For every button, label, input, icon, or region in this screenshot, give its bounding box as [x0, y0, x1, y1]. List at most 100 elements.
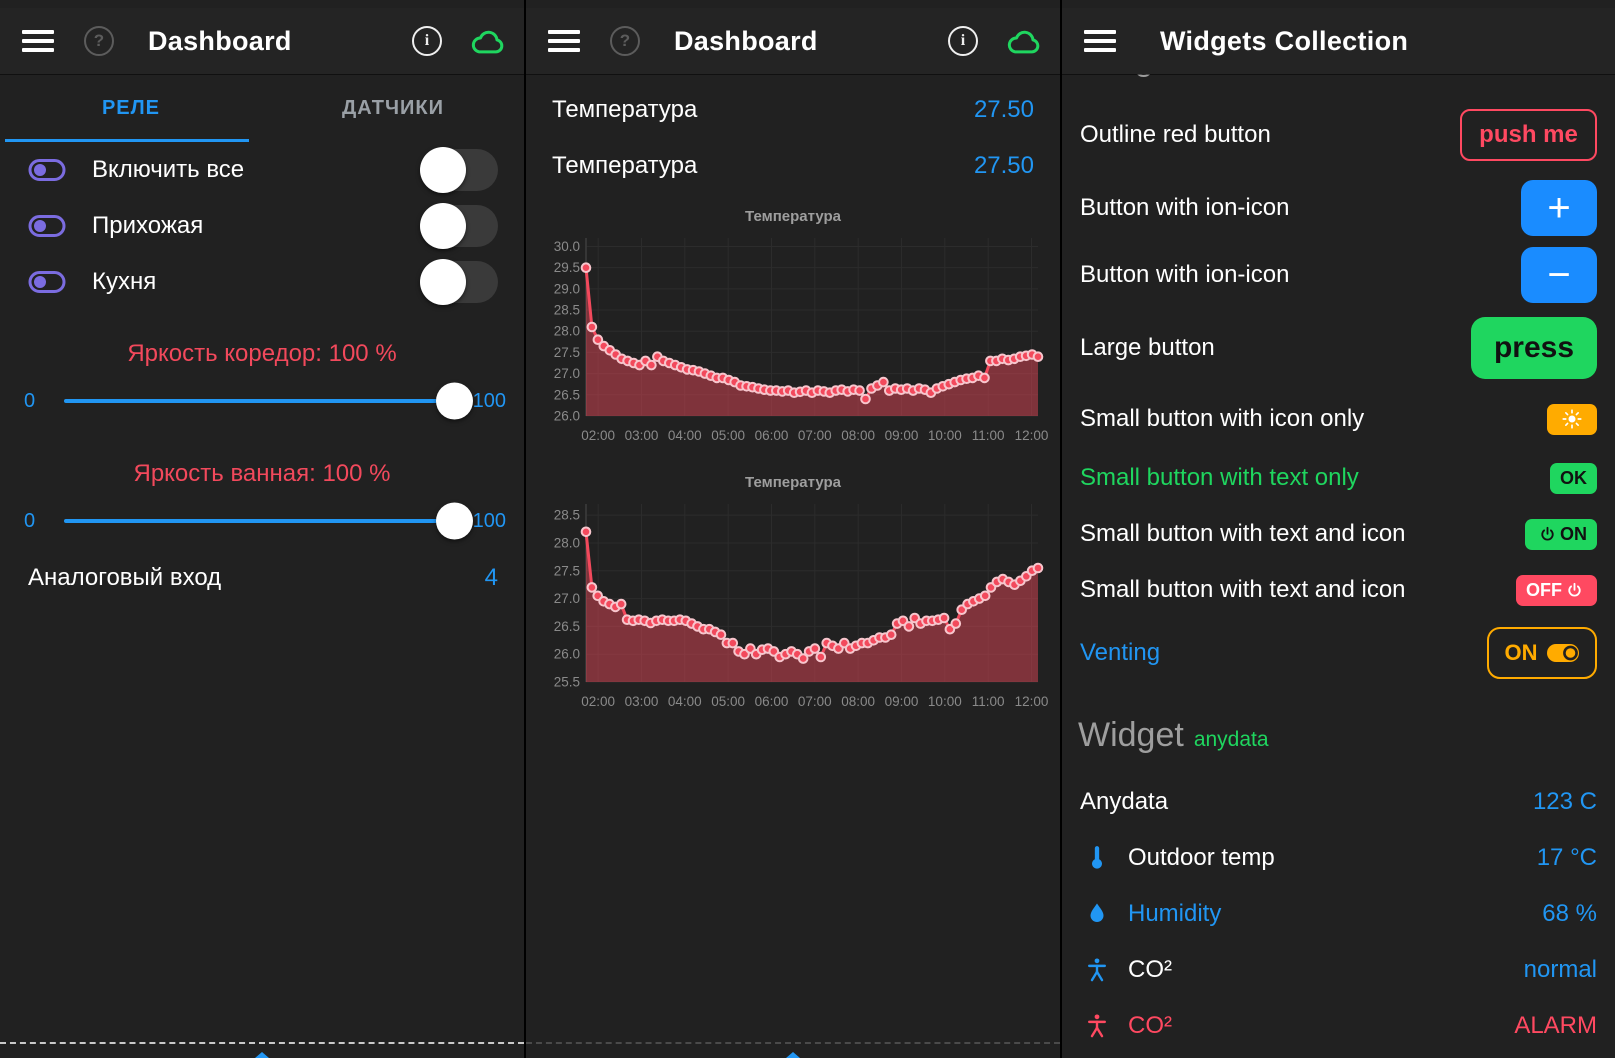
active-tab-indicator: [5, 139, 249, 142]
scroll-up-indicator[interactable]: [786, 1052, 800, 1058]
minus-button[interactable]: −: [1521, 247, 1597, 303]
header: ? Dashboard i: [0, 8, 524, 74]
scroll-edge-divider: [0, 1042, 524, 1044]
scroll-up-indicator[interactable]: [255, 1052, 269, 1058]
svg-text:12:00: 12:00: [1015, 428, 1048, 443]
svg-text:26.5: 26.5: [554, 387, 580, 402]
data-row-outdoor-temp: Outdoor temp 17 °C: [1062, 830, 1615, 886]
widget-row-minus: Button with ion-icon −: [1062, 241, 1615, 308]
switch-label: Прихожая: [92, 212, 422, 240]
row-label: Small button with text and icon: [1080, 576, 1516, 604]
slider-knob[interactable]: [436, 503, 473, 540]
svg-text:27.5: 27.5: [554, 563, 580, 578]
ok-button[interactable]: OK: [1550, 463, 1597, 494]
info-icon[interactable]: i: [948, 26, 978, 56]
menu-icon[interactable]: [1084, 25, 1116, 57]
svg-text:09:00: 09:00: [885, 694, 919, 709]
svg-text:29.0: 29.0: [554, 281, 580, 296]
svg-text:26.5: 26.5: [554, 619, 580, 634]
app-screen: ? Dashboard i РЕЛЕ ДАТЧИКИ Включить все: [0, 0, 1615, 1058]
svg-text:28.0: 28.0: [554, 324, 580, 339]
svg-text:11:00: 11:00: [972, 694, 1005, 709]
switch-label: Включить все: [92, 156, 422, 184]
menu-icon[interactable]: [548, 25, 580, 57]
info-icon[interactable]: i: [412, 26, 442, 56]
plus-button[interactable]: +: [1521, 180, 1597, 236]
svg-text:09:00: 09:00: [885, 428, 919, 443]
row-label: CO²: [1128, 1012, 1514, 1040]
widget-row-plus: Button with ion-icon +: [1062, 174, 1615, 241]
tab-relays[interactable]: РЕЛЕ: [0, 74, 262, 142]
slider-knob[interactable]: [436, 383, 473, 420]
toggle-switch-all[interactable]: [422, 149, 498, 191]
brightness-slider-corridor[interactable]: [64, 399, 469, 403]
svg-text:29.5: 29.5: [554, 260, 580, 275]
help-icon[interactable]: ?: [84, 26, 114, 56]
sun-button[interactable]: [1547, 404, 1597, 435]
tab-sensors[interactable]: ДАТЧИКИ: [262, 74, 524, 142]
svg-text:05:00: 05:00: [711, 694, 745, 709]
press-button[interactable]: press: [1471, 317, 1597, 379]
slider-row-bathroom: 0 100: [0, 492, 524, 550]
off-button[interactable]: OFF: [1516, 575, 1597, 606]
scroll-edge-divider: [526, 1042, 1060, 1044]
brightness-slider-bathroom[interactable]: [64, 519, 469, 523]
toggle-switch-kitchen[interactable]: [422, 261, 498, 303]
analog-input-row: Аналоговый вход 4: [0, 550, 524, 606]
water-drop-icon: [1080, 902, 1114, 926]
on-button[interactable]: ON: [1525, 519, 1597, 550]
slider-title-bathroom: Яркость ванная: 100 %: [0, 460, 524, 492]
svg-text:10:00: 10:00: [928, 694, 962, 709]
toggle-switch-hallway[interactable]: [422, 205, 498, 247]
svg-text:28.5: 28.5: [554, 303, 580, 318]
toggle-outline-icon: [28, 269, 66, 295]
widget-row-off: Small button with text and icon OFF: [1062, 562, 1615, 618]
svg-text:04:00: 04:00: [668, 428, 702, 443]
svg-text:27.5: 27.5: [554, 345, 580, 360]
svg-text:27.0: 27.0: [554, 366, 580, 381]
body-icon: [1080, 957, 1114, 983]
svg-text:06:00: 06:00: [755, 694, 789, 709]
svg-text:03:00: 03:00: [625, 694, 659, 709]
menu-icon[interactable]: [22, 25, 54, 57]
svg-text:11:00: 11:00: [972, 428, 1005, 443]
row-label: Outdoor temp: [1128, 844, 1537, 872]
venting-toggle-button[interactable]: ON: [1487, 627, 1597, 679]
cloud-connection-icon: [468, 26, 508, 56]
data-row-co2-alarm: CO² ALARM: [1062, 998, 1615, 1054]
push-me-button[interactable]: push me: [1460, 109, 1597, 161]
data-row-anydata: Anydata 123 C: [1062, 774, 1615, 830]
row-label: Outline red button: [1080, 121, 1460, 149]
svg-text:07:00: 07:00: [798, 694, 832, 709]
row-label: Small button with icon only: [1080, 405, 1547, 433]
analog-input-label: Аналоговый вход: [28, 564, 485, 592]
body-icon: [1080, 1013, 1114, 1039]
svg-text:28.5: 28.5: [554, 508, 580, 523]
header: ? Dashboard i: [526, 8, 1060, 74]
chart-title: Температура: [526, 208, 1060, 230]
row-value: ALARM: [1514, 1012, 1597, 1040]
temperature-row: Температура 27.50: [526, 138, 1060, 194]
slider-max-label: 100: [473, 390, 506, 413]
help-icon[interactable]: ?: [610, 26, 640, 56]
slider-min-label: 0: [24, 390, 56, 413]
slider-min-label: 0: [24, 510, 56, 533]
thermometer-icon: [1080, 845, 1114, 871]
power-icon: [1539, 526, 1556, 543]
temperature-label: Температура: [552, 96, 974, 124]
svg-text:25.5: 25.5: [554, 675, 580, 690]
slider-row-corridor: 0 100: [0, 372, 524, 430]
temperature-chart-1: Температура 30.029.529.028.528.027.527.0…: [526, 208, 1060, 448]
svg-text:08:00: 08:00: [841, 694, 875, 709]
power-icon: [1566, 582, 1583, 599]
sunny-icon: [1562, 409, 1582, 429]
tab-bar: РЕЛЕ ДАТЧИКИ: [0, 74, 524, 142]
svg-text:06:00: 06:00: [755, 428, 789, 443]
svg-text:12:00: 12:00: [1015, 694, 1048, 709]
widget-row-outline-red: Outline red button push me: [1062, 96, 1615, 174]
row-value: normal: [1524, 956, 1597, 984]
toggle-icon: [1546, 642, 1580, 664]
slider-title-corridor: Яркость коредор: 100 %: [0, 340, 524, 372]
svg-text:05:00: 05:00: [711, 428, 745, 443]
row-label: Anydata: [1080, 788, 1533, 816]
